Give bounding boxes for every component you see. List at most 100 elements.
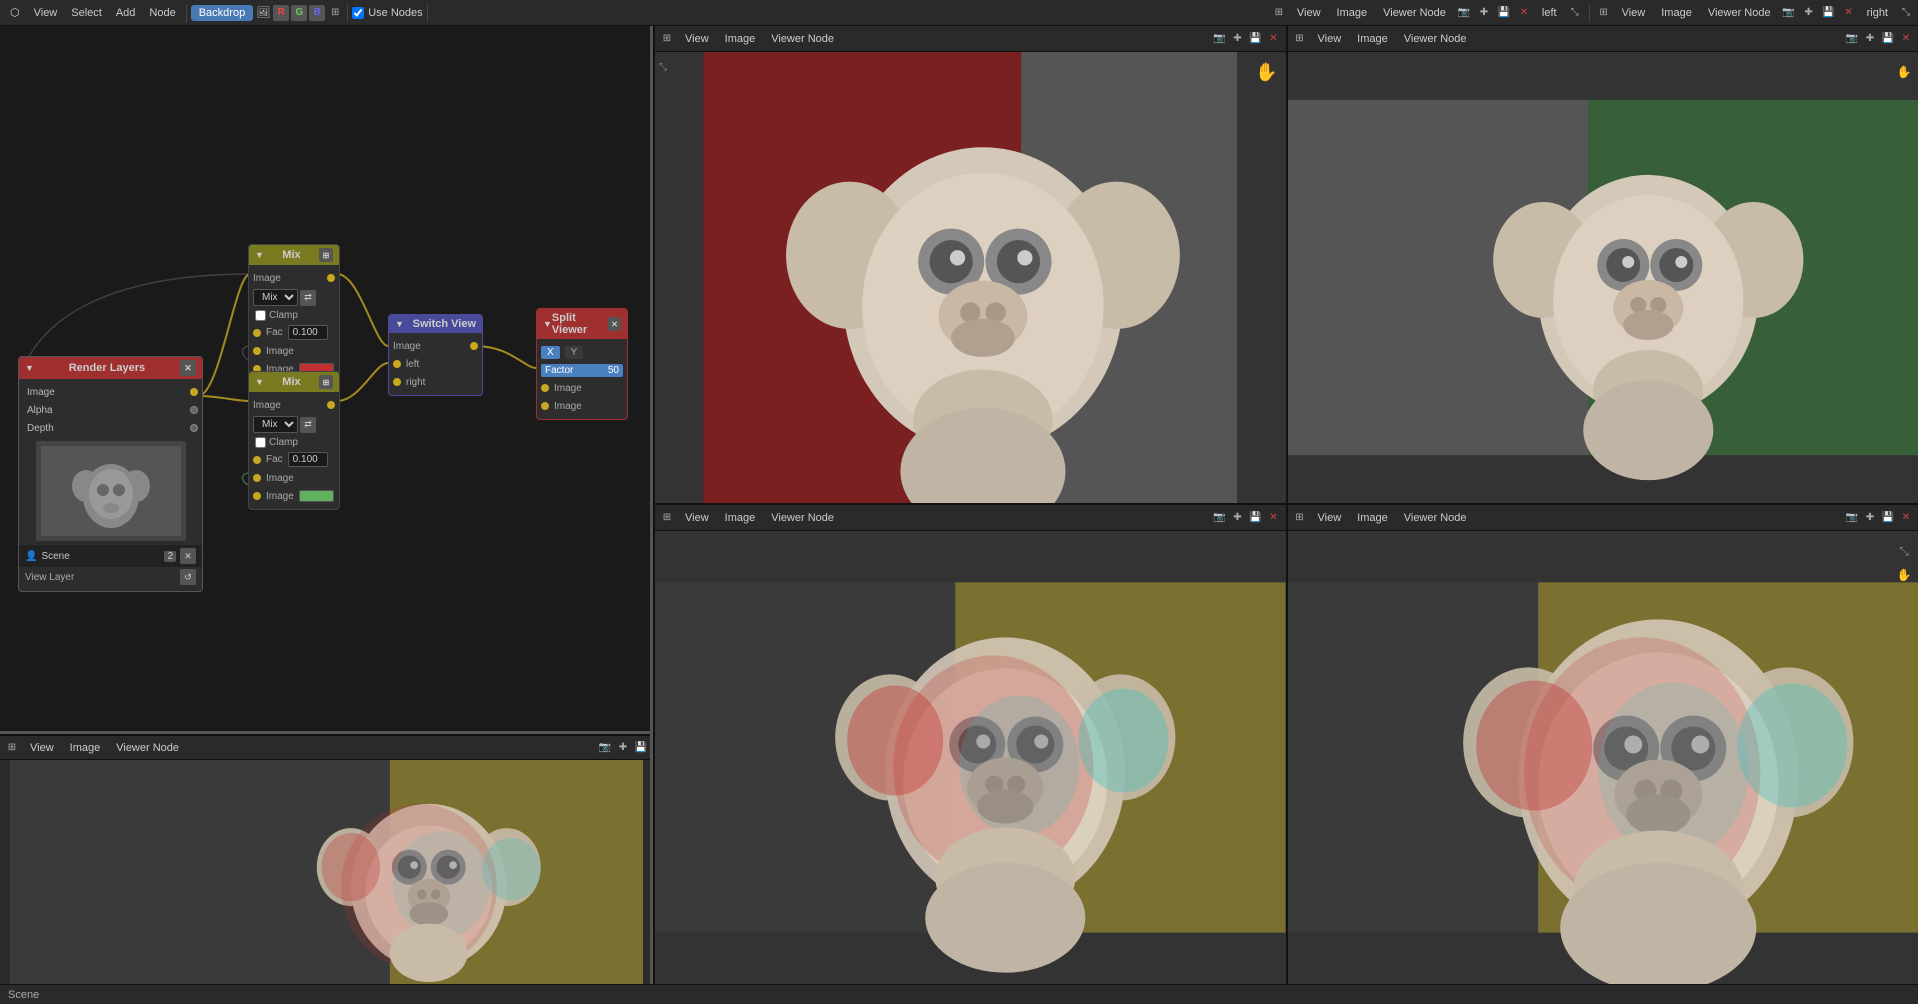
split-image2-socket[interactable] (541, 402, 549, 410)
left-bd-icon3[interactable]: 💾 (633, 740, 649, 756)
render-output-depth-socket[interactable] (190, 424, 198, 432)
br-camera-icon[interactable]: 📷 (1844, 510, 1860, 526)
mix1-icon[interactable]: ⊞ (319, 248, 333, 262)
mix1-shuffle[interactable]: ⇄ (300, 290, 316, 306)
top-left-viewer[interactable]: ⊞ View Image Viewer Node 📷 ✚ 💾 ✕ (655, 26, 1286, 503)
switch-left-socket[interactable] (393, 360, 401, 368)
tr-image-btn[interactable]: Image (1351, 31, 1394, 47)
mix2-fac-socket[interactable] (253, 456, 261, 464)
mix2-mode-select[interactable]: Mix (253, 416, 298, 433)
mix1-fac-input[interactable] (288, 325, 328, 340)
mix2-fac-input[interactable] (288, 452, 328, 467)
icon-save-r1[interactable]: 💾 (1496, 5, 1512, 21)
mix2-color-swatch[interactable] (299, 490, 334, 502)
switch-view-header[interactable]: ▼ Switch View (389, 315, 482, 333)
mix2-icon[interactable]: ⊞ (319, 375, 333, 389)
left-top-bottom-divider[interactable] (0, 731, 653, 734)
icon-g[interactable]: G (291, 5, 307, 21)
switch-right-socket[interactable] (393, 378, 401, 386)
mix1-output-socket[interactable] (327, 274, 335, 282)
mix2-shuffle[interactable]: ⇄ (300, 417, 316, 433)
icon-resize-r2[interactable]: ⤡ (1898, 5, 1914, 21)
br-close-icon[interactable]: ✕ (1898, 510, 1914, 526)
icon-b[interactable]: B (309, 5, 325, 21)
br-view-icon[interactable]: ⊞ (1292, 510, 1308, 526)
icon-view-mode[interactable]: ⊞ (327, 5, 343, 21)
split-x-btn[interactable]: X (541, 346, 560, 359)
left-right-divider[interactable] (650, 26, 653, 984)
bottom-left-viewer[interactable]: ⊞ View Image Viewer Node 📷 ✚ 💾 ✕ (655, 505, 1286, 984)
br-view-btn[interactable]: View (1312, 510, 1348, 526)
mix2-output-socket[interactable] (327, 401, 335, 409)
mix2-clamp-checkbox[interactable] (255, 437, 266, 448)
tr-sidebar-icon[interactable]: ✋ (1894, 62, 1914, 82)
tr-save-icon[interactable]: 💾 (1880, 31, 1896, 47)
left-bd-icon1[interactable]: 📷 (597, 740, 613, 756)
viewer-node-r1[interactable]: Viewer Node (1377, 5, 1452, 21)
split-viewer-close[interactable]: ✕ (608, 317, 621, 331)
br-resize-icon[interactable]: ⤡ (1894, 541, 1914, 561)
split-y-btn[interactable]: Y (565, 346, 584, 359)
icon-new-r2[interactable]: ✚ (1801, 5, 1817, 21)
menu-view[interactable]: View (28, 5, 64, 21)
view-menu-r2[interactable]: View (1616, 5, 1652, 21)
tl-hand-cursor[interactable]: ✋ (1255, 62, 1277, 83)
tr-view-icon[interactable]: ⊞ (1292, 31, 1308, 47)
scene-close-btn[interactable]: ✕ (180, 548, 196, 564)
bottom-right-viewer[interactable]: ⊞ View Image Viewer Node 📷 ✚ 💾 ✕ (1286, 505, 1918, 984)
tr-camera-icon[interactable]: 📷 (1844, 31, 1860, 47)
use-nodes-checkbox[interactable] (352, 7, 364, 19)
view-label-r1[interactable]: Image (1331, 5, 1374, 21)
icon-new-r1[interactable]: ✚ (1476, 5, 1492, 21)
split-viewer-header[interactable]: ▼ Split Viewer ✕ (537, 309, 627, 339)
left-bd-image[interactable]: Image (64, 740, 107, 756)
tr-view-btn[interactable]: View (1312, 31, 1348, 47)
close-r2[interactable]: ✕ (1841, 5, 1857, 21)
split-image1-socket[interactable] (541, 384, 549, 392)
bl-view-icon[interactable]: ⊞ (659, 510, 675, 526)
mix1-header[interactable]: ▼ Mix ⊞ (249, 245, 339, 265)
view-layer-btn[interactable]: ↺ (180, 569, 196, 585)
mix1-clamp-checkbox[interactable] (255, 310, 266, 321)
icon-save-r2[interactable]: 💾 (1821, 5, 1837, 21)
render-output-image-socket[interactable] (190, 388, 198, 396)
tl-save-icon[interactable]: 💾 (1248, 31, 1264, 47)
tl-view-btn[interactable]: View (679, 31, 715, 47)
icon-render-r1[interactable]: 📷 (1456, 5, 1472, 21)
left-backdrop-area[interactable]: ⊞ View Image Viewer Node 📷 ✚ 💾 (0, 734, 653, 984)
mix1-mode-select[interactable]: Mix (253, 289, 298, 306)
bl-image-btn[interactable]: Image (719, 510, 762, 526)
view-menu-r1[interactable]: View (1291, 5, 1327, 21)
br-save-icon[interactable]: 💾 (1880, 510, 1896, 526)
menu-select[interactable]: Select (65, 5, 108, 21)
render-node-icon[interactable]: ✕ (180, 360, 196, 376)
icon-render-r2[interactable]: 📷 (1781, 5, 1797, 21)
tr-close-icon[interactable]: ✕ (1898, 31, 1914, 47)
left-bd-icon2[interactable]: ✚ (615, 740, 631, 756)
tl-close-icon[interactable]: ✕ (1266, 31, 1282, 47)
menu-add[interactable]: Add (110, 5, 142, 21)
top-right-viewer[interactable]: ⊞ View Image Viewer Node 📷 ✚ 💾 ✕ (1286, 26, 1918, 503)
mix1-fac-socket[interactable] (253, 329, 261, 337)
camera-r1[interactable]: left (1536, 5, 1563, 21)
switch-output-socket[interactable] (470, 342, 478, 350)
tr-new-icon[interactable]: ✚ (1862, 31, 1878, 47)
left-bd-view[interactable]: View (24, 740, 60, 756)
icon-view2[interactable]: ⊞ (1596, 5, 1612, 21)
br-new-icon[interactable]: ✚ (1862, 510, 1878, 526)
mix1-image1-socket[interactable] (253, 347, 261, 355)
viewer-node-r2[interactable]: Viewer Node (1702, 5, 1777, 21)
bl-close-icon[interactable]: ✕ (1266, 510, 1282, 526)
menu-node[interactable]: Node (143, 5, 181, 21)
tl-image-btn[interactable]: Image (719, 31, 762, 47)
blender-logo[interactable]: ⬡ (4, 4, 26, 21)
bl-camera-icon[interactable]: 📷 (1212, 510, 1228, 526)
icon-r[interactable]: R (273, 5, 289, 21)
render-output-alpha-socket[interactable] (190, 406, 198, 414)
icon-image[interactable]: 🖼 (255, 5, 271, 21)
icon-resize-r1[interactable]: ⤡ (1567, 5, 1583, 21)
backdrop-button[interactable]: Backdrop (191, 5, 253, 21)
tl-resize-icon[interactable]: ⤡ (659, 62, 667, 73)
node-canvas[interactable]: ▼ Render Layers ✕ Image Alpha Depth (0, 26, 653, 984)
icon-view1[interactable]: ⊞ (1271, 5, 1287, 21)
